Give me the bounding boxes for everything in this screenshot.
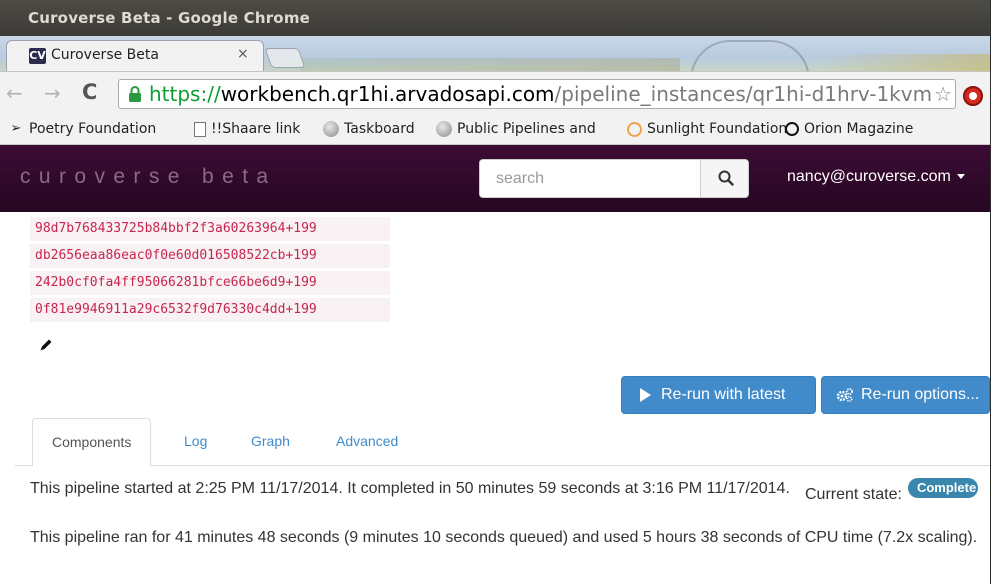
bookmarks-bar: ➢ Poetry Foundation !!Shaare link Taskbo… [0, 116, 990, 145]
theme-decoration [690, 40, 810, 71]
window-title-bar: Curoverse Beta - Google Chrome [0, 0, 990, 36]
bookmark-item[interactable]: ➢ Poetry Foundation [8, 121, 157, 137]
forward-arrow-icon[interactable]: → [44, 82, 61, 104]
bookmark-label: Taskboard [344, 121, 415, 137]
tab-advanced[interactable]: Advanced [317, 418, 417, 466]
tab-close-icon[interactable]: × [237, 46, 249, 62]
rerun-with-latest-label: Re-run with latest [661, 386, 786, 403]
back-arrow-icon[interactable]: ← [6, 82, 23, 104]
output-hash-list: 98d7b768433725b84bbf2f3a60263964+199 db2… [30, 217, 390, 325]
play-icon [640, 388, 651, 402]
search-button[interactable] [700, 160, 748, 197]
cogs-icon [836, 388, 853, 403]
search-input[interactable] [480, 160, 700, 197]
output-hash[interactable]: db2656eaa86eac0f0e60d016508522cb+199 [30, 244, 390, 268]
reload-icon[interactable]: C [82, 81, 97, 103]
bookmark-label: Orion Magazine [804, 121, 914, 137]
tab-components[interactable]: Components [32, 418, 152, 467]
pencil-icon[interactable] [39, 338, 53, 352]
url-text: https://workbench.qr1hi.arvadosapi.com/p… [149, 80, 945, 108]
bird-icon: ➢ [10, 121, 22, 136]
window-edge [990, 0, 1000, 584]
curoverse-favicon-icon: CV [29, 48, 46, 64]
extension-icon[interactable] [963, 86, 983, 106]
tab-log[interactable]: Log [165, 418, 226, 466]
rerun-with-latest-button[interactable]: Re-run with latest [621, 376, 816, 414]
current-state: Current state: Complete [805, 478, 978, 506]
page-icon [194, 121, 206, 137]
sun-icon [627, 121, 642, 137]
user-menu[interactable]: nancy@curoverse.com [787, 168, 965, 186]
tab-graph[interactable]: Graph [232, 418, 309, 466]
current-state-label: Current state: [805, 486, 902, 503]
rerun-options-button[interactable]: Re-run options... [821, 376, 990, 414]
browser-toolbar: ← → C https://workbench.qr1hi.arvadosapi… [0, 71, 990, 116]
bookmark-item[interactable]: Sunlight Foundation [627, 121, 787, 137]
output-hash[interactable]: 242b0cf0fa4ff95066281bfce66be6d9+199 [30, 271, 390, 295]
tab-strip: CV Curoverse Beta × [0, 36, 990, 71]
rerun-options-label: Re-run options... [861, 386, 980, 403]
bookmark-label: Poetry Foundation [29, 121, 157, 137]
bookmark-item[interactable]: Taskboard [323, 121, 415, 137]
globe-icon [323, 121, 339, 137]
theme-decoration [820, 54, 990, 71]
bookmark-item[interactable]: Public Pipelines and [436, 121, 607, 137]
bookmark-star-icon[interactable]: ☆ [932, 83, 952, 105]
brand-logo[interactable]: curoverse beta [20, 165, 277, 189]
pipeline-started-text: This pipeline started at 2:25 PM 11/17/2… [30, 480, 790, 497]
browser-tab[interactable]: CV Curoverse Beta × [6, 40, 264, 71]
window-title: Curoverse Beta - Google Chrome [28, 9, 311, 27]
theme-decoration [300, 58, 680, 71]
pipeline-tabs: Components Log Graph Advanced [15, 418, 990, 467]
status-badge: Complete [907, 478, 978, 498]
chevron-down-icon [956, 174, 965, 180]
url-path: /pipeline_instances/qr1hi-d1hrv-1kvm9 [554, 82, 945, 106]
address-bar[interactable]: https://workbench.qr1hi.arvadosapi.com/p… [118, 79, 956, 109]
tab-title: Curoverse Beta [51, 47, 159, 63]
globe-icon [436, 121, 452, 137]
workbench-navbar: curoverse beta nancy@curoverse.com [0, 145, 990, 212]
bookmark-label: !!Shaare link [211, 121, 301, 137]
output-hash[interactable]: 0f81e9946911a29c6532f9d76330c4dd+199 [30, 298, 390, 322]
user-email: nancy@curoverse.com [787, 168, 951, 185]
bookmark-item[interactable]: !!Shaare link [194, 121, 300, 137]
orion-icon [785, 122, 799, 136]
url-host: workbench.qr1hi.arvadosapi.com [220, 82, 555, 106]
lock-icon [129, 86, 141, 102]
search-icon [718, 170, 734, 186]
bookmark-label: Public Pipelines and [457, 121, 596, 137]
output-hash[interactable]: 98d7b768433725b84bbf2f3a60263964+199 [30, 217, 390, 241]
pipeline-runtime-text: This pipeline ran for 41 minutes 48 seco… [30, 529, 978, 546]
bookmark-item[interactable]: Orion Magazine [785, 121, 913, 137]
bookmark-label: Sunlight Foundation [647, 121, 787, 137]
new-tab-button[interactable] [264, 48, 306, 68]
url-scheme: https:// [149, 82, 221, 106]
search-form [479, 159, 749, 198]
